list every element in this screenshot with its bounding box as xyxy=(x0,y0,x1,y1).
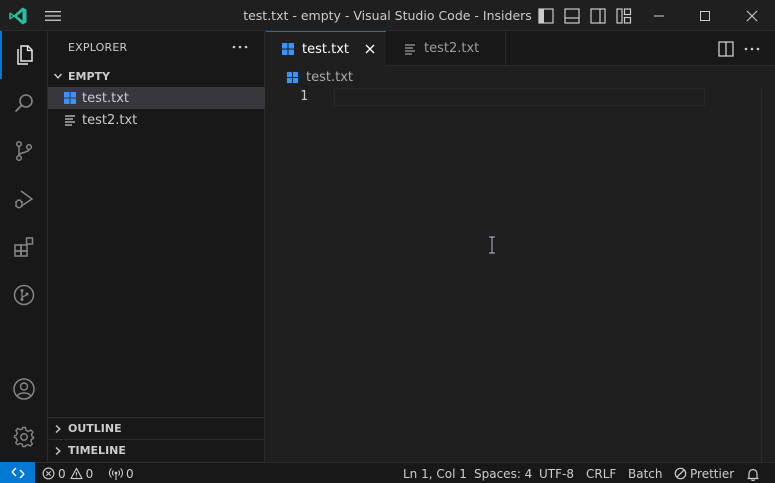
chevron-right-icon xyxy=(48,440,68,462)
editor-actions xyxy=(716,39,762,59)
close-icon xyxy=(746,10,758,21)
title-bar: test.txt - empty - Visual Studio Code - … xyxy=(0,0,775,31)
maximize-button[interactable] xyxy=(682,0,728,31)
error-icon xyxy=(42,467,55,480)
current-line-highlight xyxy=(334,88,705,106)
activity-extensions[interactable] xyxy=(0,223,48,271)
bell-icon xyxy=(747,468,759,481)
windows-file-icon xyxy=(62,90,78,106)
timeline-label: TIMELINE xyxy=(68,444,126,457)
activity-bar xyxy=(0,31,48,462)
folder-name: EMPTY xyxy=(68,69,110,83)
encoding[interactable]: UTF-8 xyxy=(539,465,574,482)
run-debug-icon xyxy=(15,190,34,209)
outline-label: OUTLINE xyxy=(68,422,122,435)
line-number: 1 xyxy=(300,89,308,104)
source-control-icon xyxy=(15,140,33,162)
warning-icon xyxy=(70,467,83,480)
editor-tabs: test.txt test2.txt xyxy=(266,31,775,66)
timeline-section[interactable]: TIMELINE xyxy=(48,439,265,461)
minimize-icon xyxy=(654,15,664,16)
overview-ruler[interactable] xyxy=(761,88,775,462)
problems-indicator[interactable]: 0 0 xyxy=(42,465,93,482)
folder-section-empty[interactable]: EMPTY xyxy=(48,65,265,87)
toggle-primary-sidebar-icon[interactable] xyxy=(537,7,555,25)
tab-test2-txt[interactable]: test2.txt xyxy=(386,31,506,66)
remote-indicator[interactable] xyxy=(0,462,35,483)
extensions-icon xyxy=(14,237,34,257)
prettier-label: Prettier xyxy=(690,466,735,481)
hamburger-menu-icon[interactable] xyxy=(44,9,62,23)
broadcast-icon xyxy=(109,467,123,480)
error-count: 0 xyxy=(58,466,66,481)
gear-icon xyxy=(13,426,35,448)
activity-explorer[interactable] xyxy=(0,31,48,79)
activity-source-control[interactable] xyxy=(0,127,48,175)
windows-file-icon xyxy=(286,69,302,85)
breadcrumb-file[interactable]: test.txt xyxy=(306,70,353,85)
account-icon xyxy=(13,378,35,400)
file-name: test.txt xyxy=(82,90,129,106)
minimize-button[interactable] xyxy=(636,0,682,31)
ports-count: 0 xyxy=(126,466,134,481)
remote-icon xyxy=(10,467,25,479)
files-icon xyxy=(17,45,33,65)
more-actions-icon[interactable] xyxy=(230,37,250,57)
file-item-test-txt[interactable]: test.txt xyxy=(48,87,265,109)
activity-accounts[interactable] xyxy=(0,365,48,413)
status-bar: 0 0 0 Ln 1, Col 1 Spaces: 4 UTF-8 CRLF B… xyxy=(0,462,775,483)
text-lines-icon xyxy=(402,41,418,57)
ports-indicator[interactable]: 0 xyxy=(109,465,134,482)
git-graph-icon xyxy=(13,284,35,306)
end-of-line[interactable]: CRLF xyxy=(586,465,616,482)
vscode-insiders-logo xyxy=(9,7,27,25)
activity-run-debug[interactable] xyxy=(0,175,48,223)
outline-section[interactable]: OUTLINE xyxy=(48,417,265,439)
file-item-test2-txt[interactable]: test2.txt xyxy=(48,109,265,131)
activity-search[interactable] xyxy=(0,79,48,127)
prohibited-icon xyxy=(674,467,687,480)
cursor-position[interactable]: Ln 1, Col 1 xyxy=(403,465,467,482)
text-cursor-icon xyxy=(489,236,495,254)
toggle-panel-icon[interactable] xyxy=(563,7,581,25)
warning-count: 0 xyxy=(85,466,94,481)
more-actions-icon[interactable] xyxy=(742,39,762,59)
tab-test-txt[interactable]: test.txt xyxy=(266,31,386,66)
activity-manage[interactable] xyxy=(0,413,48,461)
notifications[interactable] xyxy=(746,465,763,482)
file-name: test2.txt xyxy=(82,112,138,128)
tab-label: test2.txt xyxy=(424,41,480,56)
prettier-status[interactable]: Prettier xyxy=(674,465,734,482)
close-tab-icon[interactable] xyxy=(360,39,380,59)
text-editor[interactable]: 1 xyxy=(266,88,775,462)
split-editor-icon[interactable] xyxy=(716,39,736,59)
windows-file-icon xyxy=(280,41,296,57)
search-icon xyxy=(14,94,33,113)
activity-remote-explorer[interactable] xyxy=(0,271,48,319)
indentation[interactable]: Spaces: 4 xyxy=(474,465,532,482)
sidebar-header: EXPLORER xyxy=(68,41,128,54)
text-lines-icon xyxy=(62,112,78,128)
chevron-down-icon xyxy=(48,65,68,87)
maximize-icon xyxy=(700,10,710,21)
close-window-button[interactable] xyxy=(729,0,775,31)
language-mode[interactable]: Batch xyxy=(628,465,663,482)
tab-label: test.txt xyxy=(302,41,349,57)
breadcrumb: test.txt xyxy=(266,66,775,88)
explorer-sidebar: EXPLORER EMPTY test.txt test2.txt OUTLIN… xyxy=(48,31,265,462)
chevron-right-icon xyxy=(48,418,68,440)
customize-layout-icon[interactable] xyxy=(615,7,633,25)
toggle-secondary-sidebar-icon[interactable] xyxy=(589,7,607,25)
